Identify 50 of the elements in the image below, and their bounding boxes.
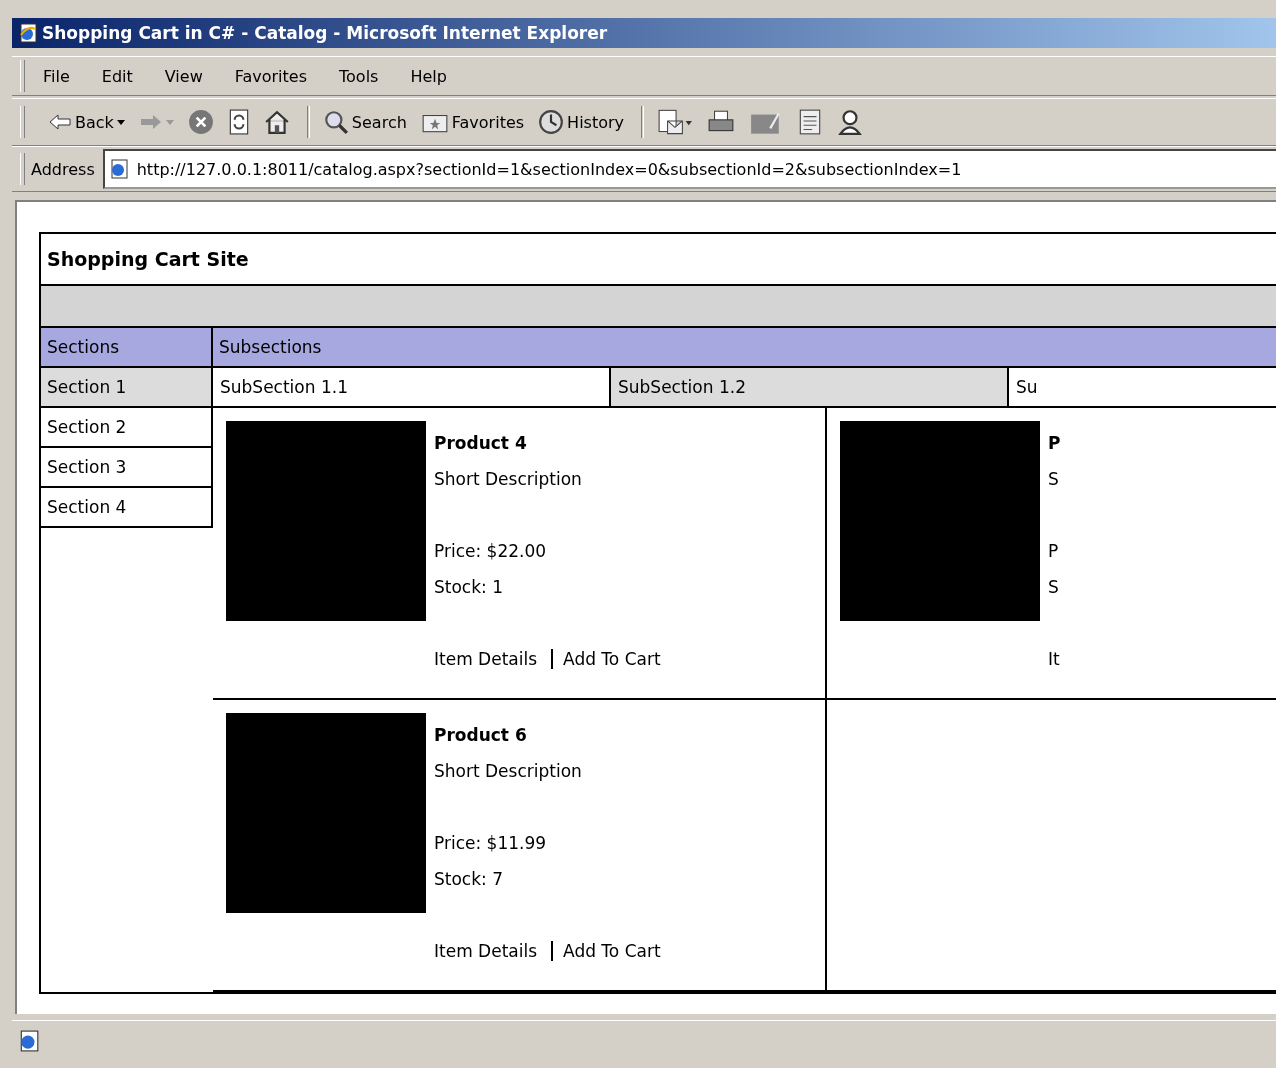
dropdown-caret-icon (116, 119, 125, 125)
history-button[interactable]: History (533, 109, 629, 135)
subsection-tab[interactable]: SubSection 1.2 (611, 368, 1009, 406)
search-icon (322, 109, 349, 135)
menu-item[interactable]: Tools (339, 66, 379, 86)
menu-item[interactable]: Edit (101, 66, 133, 86)
browser-icon (18, 23, 38, 43)
product-stock: Stock: 1 (434, 576, 504, 599)
address-label: Address (31, 159, 95, 179)
product-price: P (1048, 540, 1060, 563)
menu-item[interactable]: Favorites (234, 66, 307, 86)
product-price: Price: $22.00 (434, 540, 548, 563)
product-link[interactable]: Item Details (434, 933, 538, 969)
subsections-header: Subsections (213, 328, 1276, 368)
product-link[interactable]: Add To Cart (563, 933, 661, 969)
menu-item[interactable]: File (43, 66, 70, 86)
product-name: Product 6 (434, 724, 528, 747)
menu-item[interactable]: View (164, 66, 203, 86)
product-description: Short Description (434, 468, 583, 491)
dropdown-caret-icon (165, 119, 174, 125)
left-arrow-icon (48, 112, 72, 132)
person-icon (837, 108, 863, 136)
product-name: P (1048, 432, 1061, 455)
product-stock: S (1048, 576, 1060, 599)
back-button[interactable]: Back (43, 112, 130, 132)
favorites-button[interactable]: Favorites (415, 110, 530, 134)
sections-header: Sections (41, 328, 211, 368)
product-link[interactable]: Add To Cart (563, 641, 661, 677)
house-icon (263, 109, 290, 135)
menu-item[interactable]: Help (410, 66, 447, 86)
product-description: S (1048, 468, 1060, 491)
product-link[interactable]: It (1048, 641, 1060, 677)
search-button[interactable]: Search (317, 109, 412, 135)
stop-icon (187, 109, 214, 135)
mail-icon (657, 108, 693, 136)
clock-icon (538, 109, 565, 135)
page-icon (18, 1030, 40, 1052)
address-field[interactable]: http://127.0.0.1:8011/catalog.aspx?sectionId=1&sectionIndex=0&subsectionId=2&subsectionIndex=1 (102, 149, 1276, 189)
product-link[interactable]: Item Details (434, 641, 538, 677)
product-price: Price: $11.99 (434, 832, 548, 855)
product-name: Product 4 (434, 432, 528, 455)
section-link[interactable]: Section 1 (41, 368, 211, 408)
site-title: Shopping Cart Site (47, 248, 249, 270)
page-icon (108, 159, 129, 179)
right-arrow-icon (138, 112, 163, 132)
product-description: Short Description (434, 760, 583, 783)
document-icon (797, 108, 823, 136)
window-title: Shopping Cart in C# - Catalog - Microsoft Internet Explorer (42, 23, 608, 43)
product-stock: Stock: 7 (434, 868, 504, 891)
refresh-icon (227, 109, 250, 135)
